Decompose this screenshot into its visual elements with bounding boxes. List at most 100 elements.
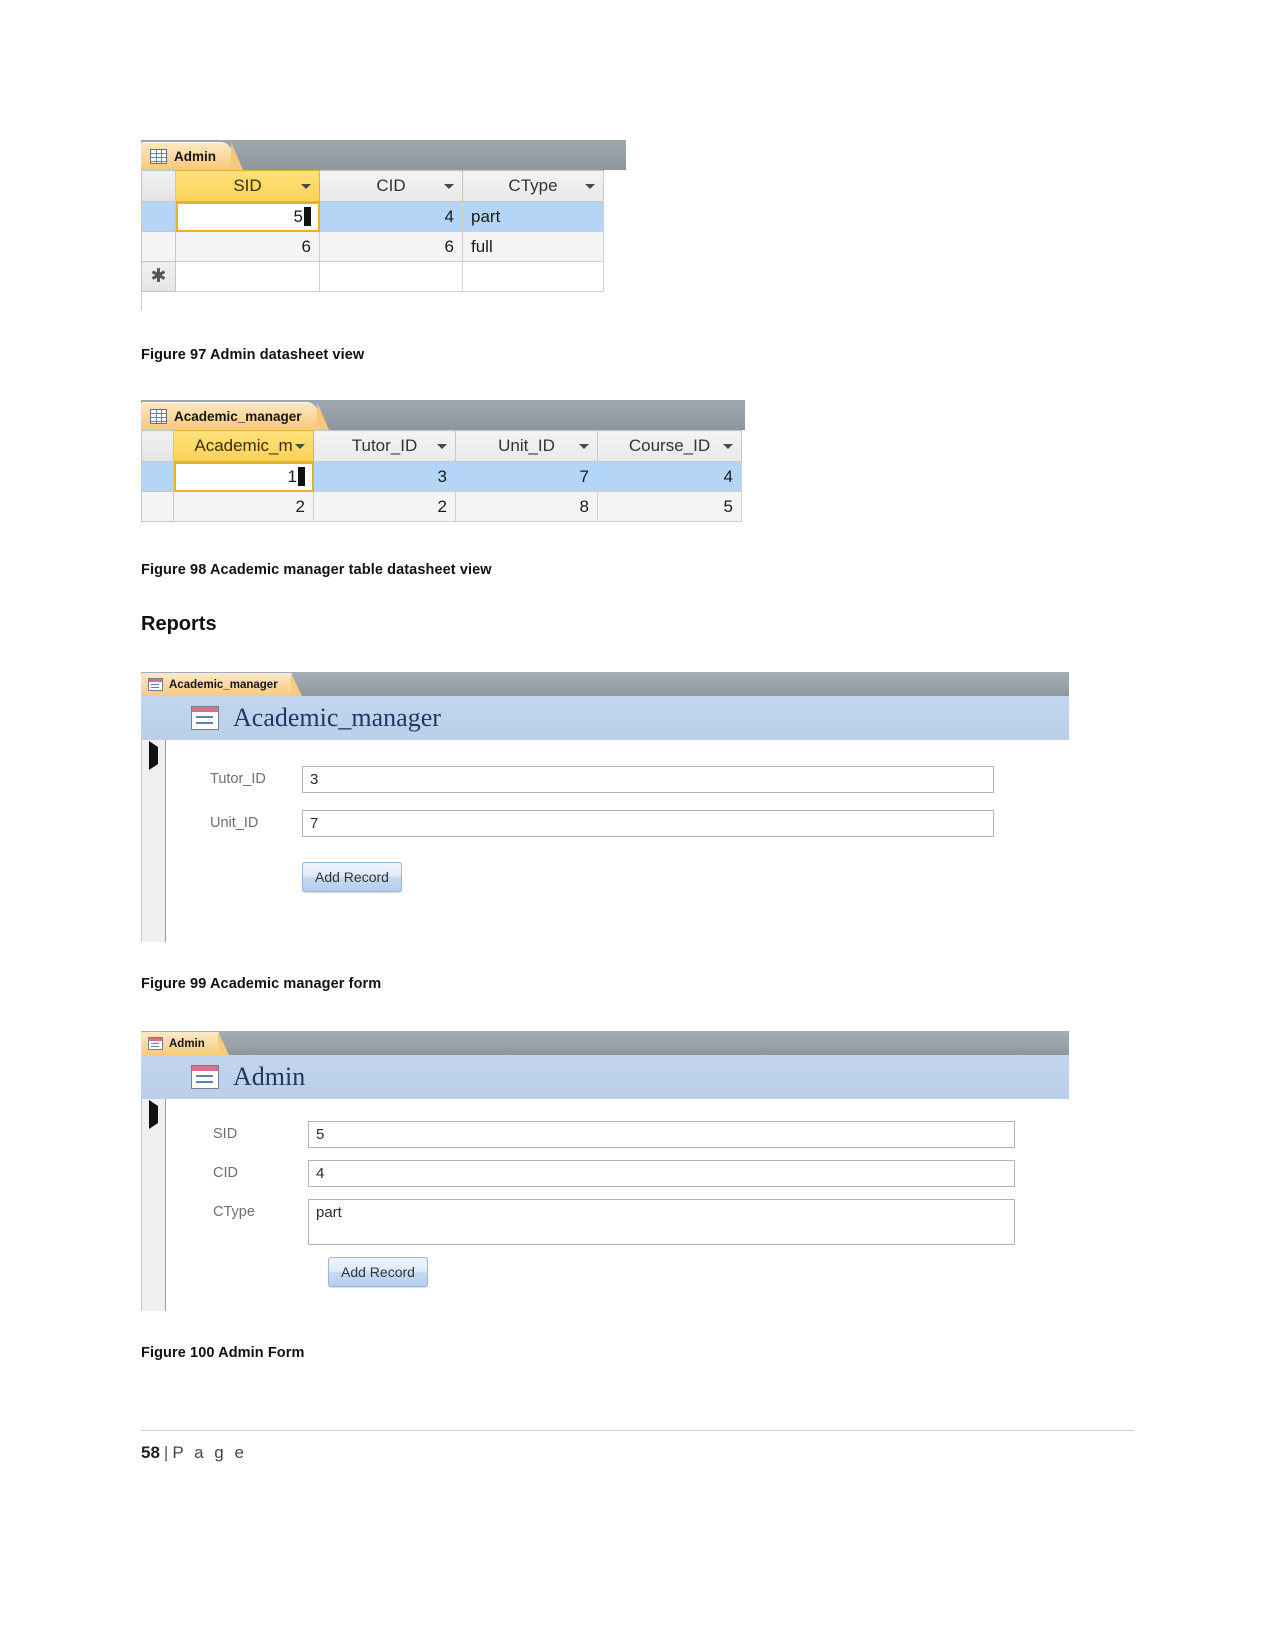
column-header-unit-id[interactable]: Unit_ID xyxy=(455,430,598,462)
cell-sid-new[interactable] xyxy=(175,261,320,292)
row-selector[interactable] xyxy=(141,491,174,522)
admin-datasheet-tab[interactable]: Admin xyxy=(141,142,243,170)
text-cursor-icon xyxy=(304,206,311,226)
column-header-course-id-label: Course_ID xyxy=(628,436,711,455)
new-record-asterisk-icon[interactable]: ✱ xyxy=(141,261,176,292)
admin-form-fields: SID 5 CID 4 CType part Add Record xyxy=(166,1099,1069,1311)
new-record-row[interactable]: ✱ xyxy=(141,261,604,292)
field-input-ctype[interactable]: part xyxy=(308,1199,1015,1245)
cell-unit-id[interactable]: 7 xyxy=(455,461,598,492)
cell-ctype-new[interactable] xyxy=(462,261,604,292)
column-header-tutor-id-label: Tutor_ID xyxy=(351,436,418,455)
figure-100-caption: Figure 100 Admin Form xyxy=(141,1345,305,1361)
academic-manager-datasheet-tabbar: Academic_manager xyxy=(141,400,745,430)
field-input-cid[interactable]: 4 xyxy=(308,1160,1015,1187)
admin-form-body: SID 5 CID 4 CType part Add Record xyxy=(141,1099,1069,1311)
field-input-unit-id[interactable]: 7 xyxy=(302,810,994,837)
add-record-button[interactable]: Add Record xyxy=(328,1257,428,1287)
column-header-cid[interactable]: CID xyxy=(319,170,463,202)
cell-cid[interactable]: 6 xyxy=(319,231,463,262)
figure-99-caption: Figure 99 Academic manager form xyxy=(141,976,382,992)
chevron-down-icon[interactable] xyxy=(723,444,733,449)
select-all-corner[interactable] xyxy=(141,170,176,202)
datasheet-bottom-strip xyxy=(141,292,176,310)
chevron-down-icon[interactable] xyxy=(301,184,311,189)
column-header-sid[interactable]: SID xyxy=(175,170,320,202)
academic-manager-form-tab[interactable]: Academic_manager xyxy=(141,673,302,696)
column-header-ctype-label: CType xyxy=(508,176,558,195)
field-row-tutor-id: Tutor_ID 3 xyxy=(210,766,1069,793)
cell-academic-m[interactable]: 1 xyxy=(173,461,314,492)
cell-tutor-id[interactable]: 2 xyxy=(313,491,456,522)
chevron-down-icon[interactable] xyxy=(437,444,447,449)
admin-datasheet-tabbar: Admin xyxy=(141,140,626,170)
table-row[interactable]: 6 6 full xyxy=(141,231,604,262)
figure-97-caption: Figure 97 Admin datasheet view xyxy=(141,347,365,363)
cell-ctype[interactable]: part xyxy=(462,201,604,232)
column-header-ctype[interactable]: CType xyxy=(462,170,604,202)
form-view-icon xyxy=(148,678,163,691)
field-label-sid: SID xyxy=(213,1126,238,1142)
cell-academic-m-value: 1 xyxy=(287,466,297,486)
table-grid-icon xyxy=(150,408,167,424)
table-row[interactable]: 2 2 8 5 xyxy=(141,491,742,522)
table-row[interactable]: 5 4 part xyxy=(141,201,604,232)
column-header-sid-label: SID xyxy=(233,176,262,195)
form-view-icon xyxy=(191,706,219,730)
field-label-cid: CID xyxy=(213,1165,238,1181)
record-selector-bar[interactable] xyxy=(141,740,166,942)
cell-tutor-id[interactable]: 3 xyxy=(313,461,456,492)
field-label-tutor-id: Tutor_ID xyxy=(210,771,266,787)
cell-ctype[interactable]: full xyxy=(462,231,604,262)
admin-form-tab[interactable]: Admin xyxy=(141,1032,229,1055)
cell-sid[interactable]: 6 xyxy=(175,231,320,262)
field-label-unit-id: Unit_ID xyxy=(210,815,259,831)
page-footer: 58 | P a g e xyxy=(141,1443,247,1463)
cell-course-id[interactable]: 4 xyxy=(597,461,742,492)
column-header-tutor-id[interactable]: Tutor_ID xyxy=(313,430,456,462)
cell-unit-id[interactable]: 8 xyxy=(455,491,598,522)
add-record-button[interactable]: Add Record xyxy=(302,862,402,892)
field-input-sid[interactable]: 5 xyxy=(308,1121,1015,1148)
chevron-down-icon[interactable] xyxy=(579,444,589,449)
academic-manager-datasheet-window: Academic_manager Academic_m Tutor_ID Uni… xyxy=(141,400,745,522)
table-row[interactable]: 1 3 7 4 xyxy=(141,461,742,492)
field-input-tutor-id[interactable]: 3 xyxy=(302,766,994,793)
chevron-down-icon[interactable] xyxy=(444,184,454,189)
record-selector-bar[interactable] xyxy=(141,1099,166,1311)
cell-sid-value: 5 xyxy=(293,206,303,226)
row-selector[interactable] xyxy=(141,201,176,232)
academic-manager-form-tab-label: Academic_manager xyxy=(169,678,278,691)
admin-form-tabbar: Admin xyxy=(141,1031,1069,1055)
column-header-course-id[interactable]: Course_ID xyxy=(597,430,742,462)
select-all-corner[interactable] xyxy=(141,430,174,462)
admin-datasheet-tab-label: Admin xyxy=(174,148,216,164)
cell-cid[interactable]: 4 xyxy=(319,201,463,232)
cell-academic-m[interactable]: 2 xyxy=(173,491,314,522)
academic-manager-datasheet-tab[interactable]: Academic_manager xyxy=(141,402,329,430)
academic-manager-header-row: Academic_m Tutor_ID Unit_ID Course_ID xyxy=(141,430,742,462)
row-selector[interactable] xyxy=(141,231,176,262)
column-header-cid-label: CID xyxy=(376,176,406,195)
section-heading-reports: Reports xyxy=(141,613,217,635)
cell-sid[interactable]: 5 xyxy=(175,201,320,232)
field-row-unit-id: Unit_ID 7 xyxy=(210,810,1069,837)
admin-datasheet-grid: SID CID CType 5 4 part 6 6 full ✱ xyxy=(141,170,604,292)
admin-datasheet-window: Admin SID CID CType 5 4 part 6 6 full ✱ xyxy=(141,140,626,310)
add-record-row: Add Record xyxy=(213,1257,1069,1287)
chevron-down-icon[interactable] xyxy=(295,444,305,449)
chevron-down-icon[interactable] xyxy=(585,184,595,189)
form-view-icon xyxy=(148,1037,163,1050)
record-arrow-icon xyxy=(149,741,158,770)
field-label-ctype: CType xyxy=(213,1204,255,1220)
academic-manager-form-title: Academic_manager xyxy=(233,703,441,732)
row-selector[interactable] xyxy=(141,461,174,492)
form-view-icon xyxy=(191,1065,219,1089)
column-header-academic-m[interactable]: Academic_m xyxy=(173,430,314,462)
add-record-row: Add Record xyxy=(210,862,1069,892)
admin-datasheet-header-row: SID CID CType xyxy=(141,170,604,202)
cell-course-id[interactable]: 5 xyxy=(597,491,742,522)
figure-98-caption: Figure 98 Academic manager table datashe… xyxy=(141,562,492,578)
cell-cid-new[interactable] xyxy=(319,261,463,292)
admin-form-tab-label: Admin xyxy=(169,1037,205,1050)
